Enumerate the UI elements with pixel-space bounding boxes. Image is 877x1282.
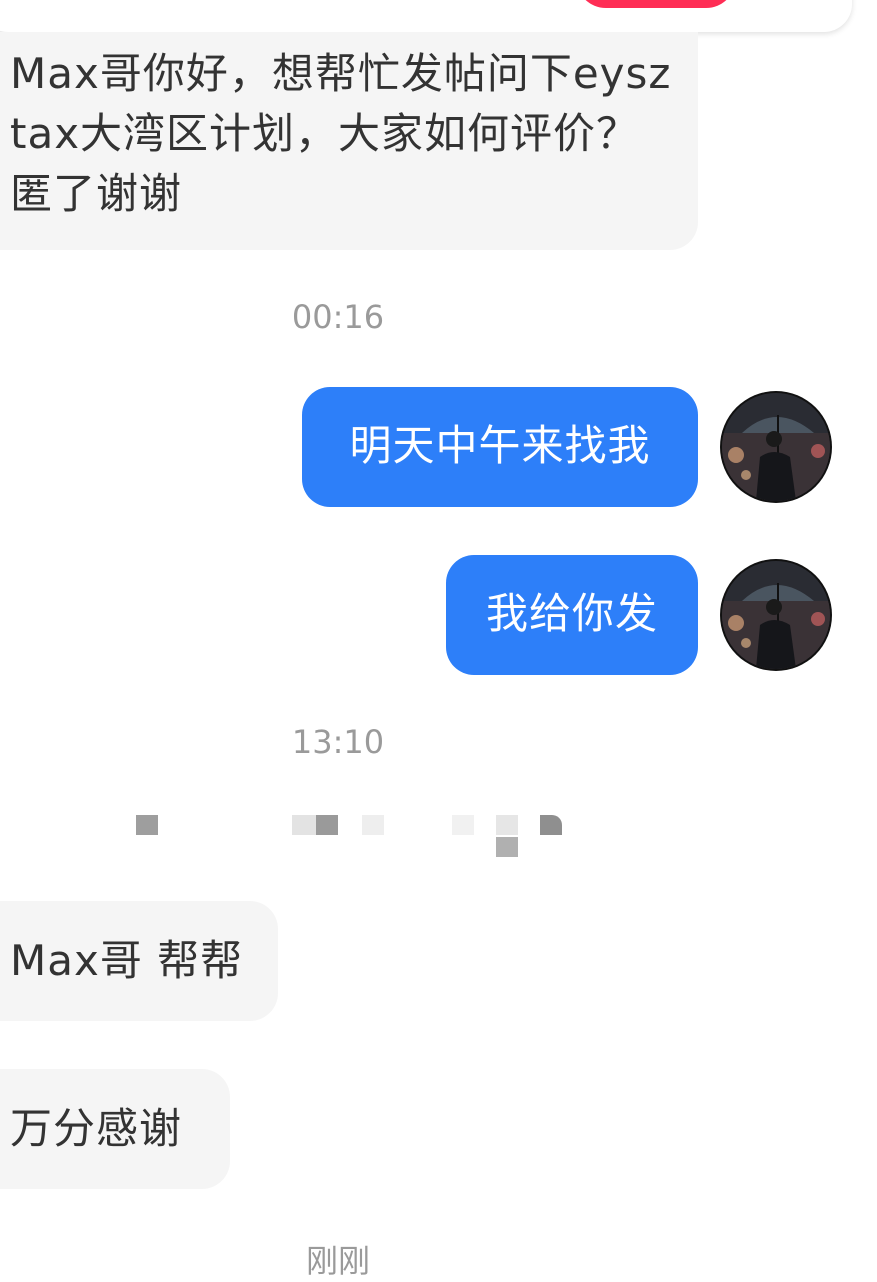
censor-block xyxy=(452,815,474,835)
incoming-message-bubble[interactable]: Max哥 帮帮 xyxy=(0,901,278,1021)
censor-block xyxy=(136,815,158,835)
red-action-button[interactable] xyxy=(576,0,736,8)
outgoing-message-bubble[interactable]: 我给你发 xyxy=(446,555,698,675)
censor-block xyxy=(292,815,316,835)
censor-block xyxy=(362,815,384,835)
message-text: 我给你发 xyxy=(485,589,658,638)
previous-message-card xyxy=(0,0,852,32)
message-text: Max哥 帮帮 xyxy=(10,936,244,985)
message-text: 万分感谢 xyxy=(10,1104,183,1153)
timestamp: 刚刚 xyxy=(305,1242,370,1280)
timestamp: 00:16 xyxy=(291,298,385,336)
user-avatar[interactable] xyxy=(722,561,830,669)
censor-block xyxy=(496,815,518,835)
censor-block xyxy=(540,815,562,835)
message-text: Max哥你好，想帮忙发帖问下eysz tax大湾区计划，大家如何评价？匿了谢谢 xyxy=(10,49,672,218)
umbrella-man-avatar-icon xyxy=(722,561,830,669)
incoming-message-bubble[interactable]: Max哥你好，想帮忙发帖问下eysz tax大湾区计划，大家如何评价？匿了谢谢 xyxy=(0,32,698,250)
message-text: 明天中午来找我 xyxy=(349,421,651,470)
outgoing-message-bubble[interactable]: 明天中午来找我 xyxy=(302,387,698,507)
user-avatar[interactable] xyxy=(722,393,830,501)
timestamp: 13:10 xyxy=(291,723,385,761)
incoming-message-bubble[interactable]: 万分感谢 xyxy=(0,1069,230,1189)
censor-block xyxy=(496,837,518,857)
censor-block xyxy=(316,815,338,835)
umbrella-man-avatar-icon xyxy=(722,393,830,501)
